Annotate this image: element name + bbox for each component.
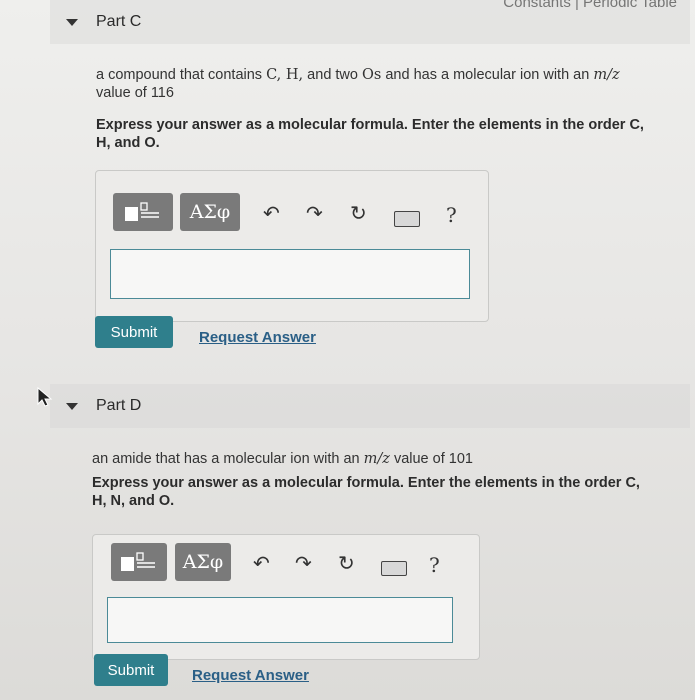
help-icon[interactable]: ? <box>429 553 440 577</box>
redo-icon[interactable]: ↷ <box>295 551 312 576</box>
part-c-answer-input[interactable] <box>110 249 470 299</box>
part-d-answer-input[interactable] <box>107 597 453 643</box>
templates-icon <box>121 552 155 571</box>
templates-button[interactable] <box>113 193 173 231</box>
part-c-answer-box: ΑΣφ ↶ ↷ ↻ ? <box>95 170 489 322</box>
part-c-submit-button[interactable]: Submit <box>95 316 173 348</box>
part-d-header[interactable]: Part D <box>50 384 690 428</box>
part-c-title: Part C <box>96 13 142 30</box>
undo-icon[interactable]: ↶ <box>263 201 280 226</box>
part-d-question: an amide that has a molecular ion with a… <box>92 451 473 467</box>
part-d-submit-button[interactable]: Submit <box>94 654 168 686</box>
part-d-title: Part D <box>96 397 142 414</box>
part-c-question: a compound that contains C, H, and two O… <box>96 67 620 101</box>
greek-symbols-button[interactable]: ΑΣφ <box>175 543 231 581</box>
part-d-request-answer-link[interactable]: Request Answer <box>192 667 309 684</box>
keyboard-icon[interactable] <box>381 561 407 576</box>
part-d-answer-box: ΑΣφ ↶ ↷ ↻ ? <box>92 534 480 660</box>
collapse-caret-icon[interactable] <box>66 18 78 26</box>
part-c-request-answer-link[interactable]: Request Answer <box>199 329 316 346</box>
help-icon[interactable]: ? <box>446 203 457 227</box>
templates-icon <box>125 202 159 221</box>
undo-icon[interactable]: ↶ <box>253 551 270 576</box>
part-c-instruction: Express your answer as a molecular formu… <box>96 117 644 151</box>
templates-button[interactable] <box>111 543 167 581</box>
redo-icon[interactable]: ↷ <box>306 201 323 226</box>
page: Constants | Periodic Table Part C a comp… <box>0 0 695 700</box>
collapse-caret-icon[interactable] <box>66 402 78 410</box>
mouse-pointer-icon <box>37 386 53 407</box>
reset-icon[interactable]: ↻ <box>350 201 367 226</box>
keyboard-icon[interactable] <box>394 211 420 227</box>
part-c-header[interactable]: Part C <box>50 0 690 44</box>
reset-icon[interactable]: ↻ <box>338 551 355 576</box>
part-d-instruction: Express your answer as a molecular formu… <box>92 475 640 509</box>
greek-symbols-button[interactable]: ΑΣφ <box>180 193 240 231</box>
